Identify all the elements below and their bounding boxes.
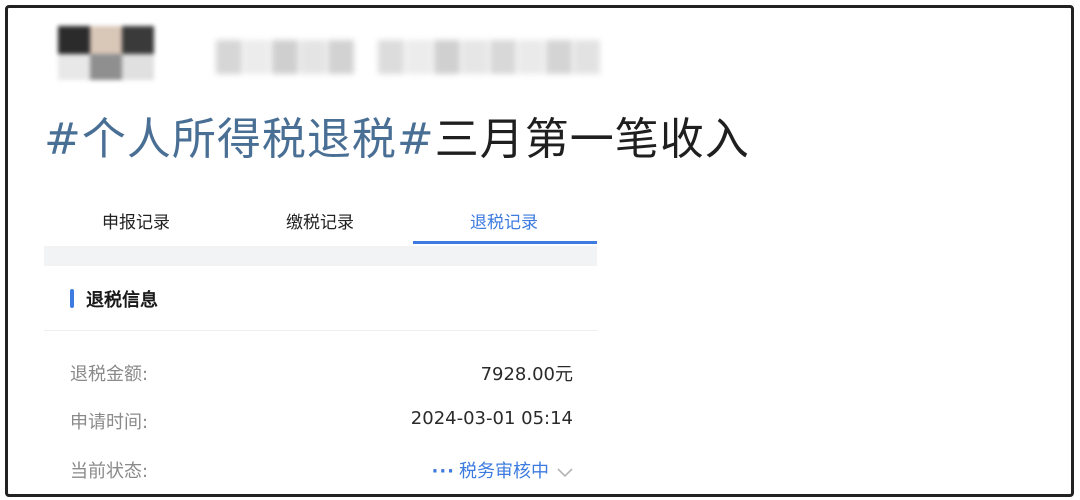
tab-declaration-records[interactable]: 申报记录 [44, 208, 228, 233]
hashtag-link[interactable]: #个人所得税退税# [44, 114, 435, 165]
active-tab-indicator [413, 241, 597, 244]
section-divider [44, 246, 597, 266]
blurred-username [216, 40, 356, 74]
apply-time-value: 2024-03-01 05:14 [410, 408, 573, 429]
apply-time-row: 申请时间: 2024-03-01 05:14 [44, 408, 597, 444]
refund-amount-row: 退税金额: 7928.00元 [44, 360, 597, 396]
post-title: #个人所得税退税#三月第一笔收入 [44, 110, 750, 170]
record-tabs: 申报记录 缴税记录 退税记录 [44, 194, 597, 246]
tab-refund-records[interactable]: 退税记录 [412, 208, 596, 233]
status-label: 当前状态: [70, 461, 149, 482]
section-title: 退税信息 [86, 290, 158, 311]
refund-amount-value: 7928.00元 [480, 364, 573, 385]
status-dropdown[interactable]: ··· 税务审核中 [431, 457, 573, 483]
blurred-device-info [378, 40, 602, 74]
apply-time-label: 申请时间: [70, 412, 149, 433]
status-dots: ··· [431, 461, 455, 482]
post-title-text: 三月第一笔收入 [434, 114, 750, 165]
status-row: 当前状态: ··· 税务审核中 [44, 457, 597, 493]
status-value: 税务审核中 [459, 461, 549, 482]
blurred-user-header [48, 26, 648, 82]
chevron-down-icon [557, 462, 573, 483]
section-accent-bar [70, 289, 74, 308]
section-header: 退税信息 [44, 266, 597, 331]
tax-record-panel: 申报记录 缴税记录 退税记录 退税信息 退税金额: 7928.00元 申请时间:… [44, 194, 597, 494]
refund-amount-label: 退税金额: [70, 364, 149, 385]
avatar [58, 26, 154, 80]
screenshot-frame: #个人所得税退税#三月第一笔收入 申报记录 缴税记录 退税记录 退税信息 退税金… [5, 5, 1074, 497]
tab-payment-records[interactable]: 缴税记录 [228, 208, 412, 233]
